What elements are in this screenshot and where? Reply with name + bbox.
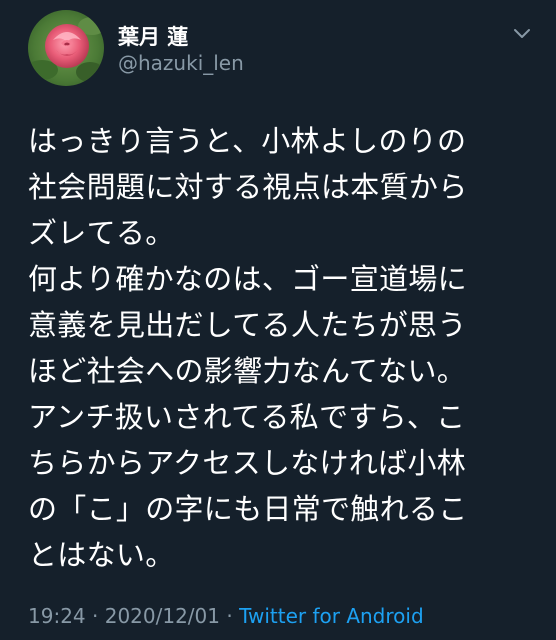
meta-separator: · xyxy=(85,604,105,628)
tweet-date[interactable]: 2020/12/01 xyxy=(105,604,220,628)
tweet-line: ほど社会への影響力なんてない。 xyxy=(28,354,467,388)
tweet-line: 社会問題に対する視点は本質から xyxy=(28,170,468,204)
rose-avatar-icon xyxy=(28,10,104,86)
tweet-line: 何より確かなのは、ゴー宣道場に xyxy=(28,262,467,296)
avatar[interactable] xyxy=(28,10,104,86)
chevron-down-icon xyxy=(514,29,530,38)
tweet-line: はっきり言うと、小林よしのりの xyxy=(28,124,467,158)
tweet-meta: 19:24 · 2020/12/01 · Twitter for Android xyxy=(28,604,424,628)
tweet-source-link[interactable]: Twitter for Android xyxy=(239,604,424,628)
tweet-line: 意義を見出だしてる人たちが思う xyxy=(28,308,467,342)
tweet-line: の「こ」の字にも日常で触れるこ xyxy=(28,492,468,526)
tweet-line: ちらからアクセスしなければ小林 xyxy=(28,446,467,480)
tweet-line: ズレてる。 xyxy=(28,216,175,250)
display-name[interactable]: 葉月 蓮 xyxy=(118,21,188,51)
tweet-line: アンチ扱いされてる私ですら、こ xyxy=(28,400,466,434)
tweet-text: はっきり言うと、小林よしのりの 社会問題に対する視点は本質から ズレてる。 何よ… xyxy=(28,118,548,578)
tweet-line: とはない。 xyxy=(28,538,175,572)
user-handle[interactable]: @hazuki_len xyxy=(118,51,244,75)
tweet-card: 葉月 蓮 @hazuki_len はっきり言うと、小林よしのりの 社会問題に対す… xyxy=(0,0,556,640)
meta-separator: · xyxy=(220,604,240,628)
more-options-button[interactable] xyxy=(508,20,536,48)
tweet-time[interactable]: 19:24 xyxy=(28,604,86,628)
